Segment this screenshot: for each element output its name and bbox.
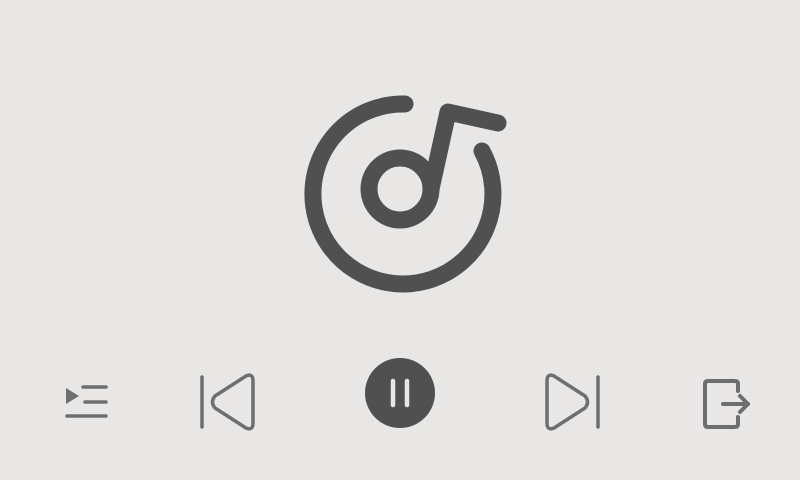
- skip-next-icon: [545, 373, 600, 431]
- exit-icon: [703, 379, 750, 429]
- exit-button[interactable]: [694, 372, 758, 436]
- music-note-disc-icon: [290, 88, 514, 300]
- pause-button[interactable]: [362, 356, 438, 432]
- music-player-screen: [0, 0, 800, 480]
- previous-track-button[interactable]: [192, 368, 262, 436]
- playlist-button[interactable]: [58, 376, 116, 426]
- playlist-play-icon: [65, 385, 108, 418]
- next-track-button[interactable]: [538, 368, 608, 436]
- skip-previous-icon: [200, 373, 255, 431]
- pause-icon: [365, 358, 435, 428]
